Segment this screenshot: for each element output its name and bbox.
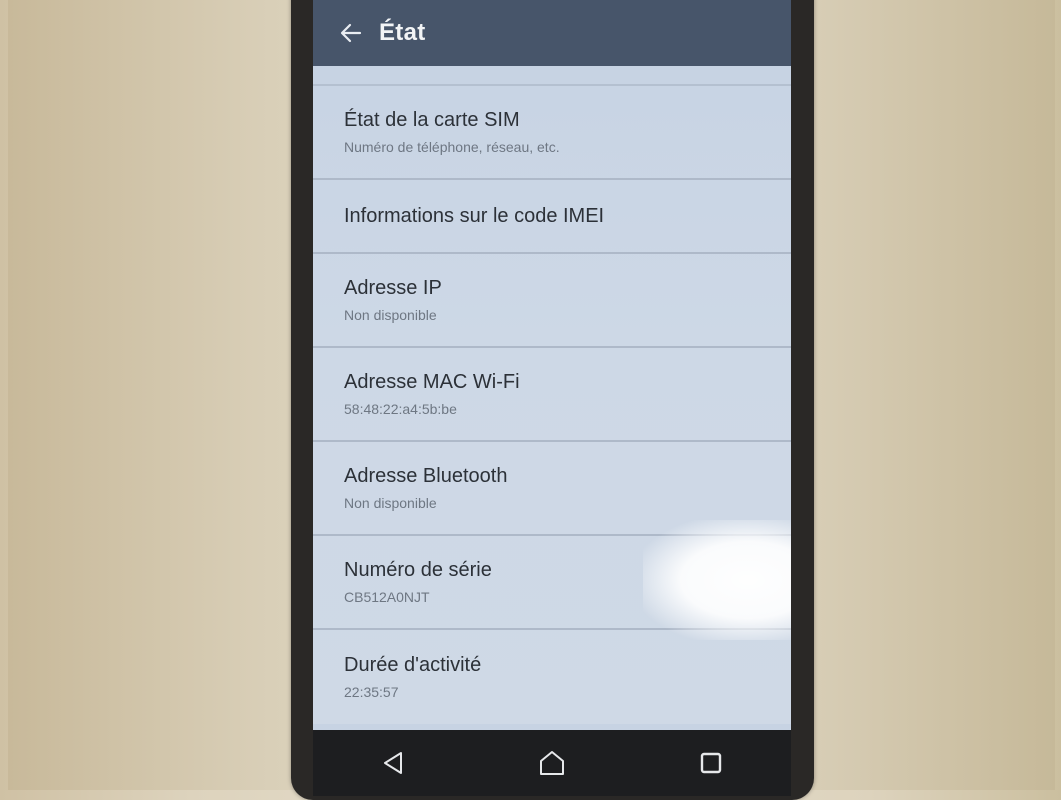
list-item-title: État de la carte SIM bbox=[344, 109, 520, 131]
list-item-title: Adresse Bluetooth bbox=[344, 465, 508, 487]
system-nav-bar bbox=[313, 730, 791, 796]
list-item-sim-status[interactable]: État de la carte SIM Numéro de téléphone… bbox=[313, 86, 791, 180]
triangle-back-icon[interactable] bbox=[363, 738, 423, 788]
list-item-wifi-mac: Adresse MAC Wi-Fi 58:48:22:a4:5b:be bbox=[313, 348, 791, 442]
screen-glare bbox=[643, 520, 791, 640]
list-item-subtitle: 22:35:57 bbox=[344, 684, 399, 700]
list-item-ip-address: Adresse IP Non disponible bbox=[313, 254, 791, 348]
list-item-title: Adresse IP bbox=[344, 277, 442, 299]
page-title: État bbox=[379, 19, 426, 46]
arrow-left-icon[interactable] bbox=[323, 0, 379, 66]
list-item-subtitle: Numéro de téléphone, réseau, etc. bbox=[344, 139, 560, 155]
list-item-subtitle: Non disponible bbox=[344, 495, 437, 511]
list-item-title: Informations sur le code IMEI bbox=[344, 205, 605, 227]
app-bar: État bbox=[313, 0, 791, 66]
phone-screen: État État de la carte SIM Numéro de télé… bbox=[313, 0, 791, 796]
list-item-uptime: Durée d'activité 22:35:57 bbox=[313, 630, 791, 724]
home-icon[interactable] bbox=[522, 738, 582, 788]
recents-square-icon[interactable] bbox=[681, 738, 741, 788]
list-item-subtitle: Non disponible bbox=[344, 307, 437, 323]
list-item-title: Durée d'activité bbox=[344, 654, 482, 676]
list-item-imei[interactable]: Informations sur le code IMEI bbox=[313, 180, 791, 254]
list-item-title: Adresse MAC Wi-Fi bbox=[344, 371, 520, 393]
list-item-subtitle: 58:48:22:a4:5b:be bbox=[344, 401, 457, 417]
